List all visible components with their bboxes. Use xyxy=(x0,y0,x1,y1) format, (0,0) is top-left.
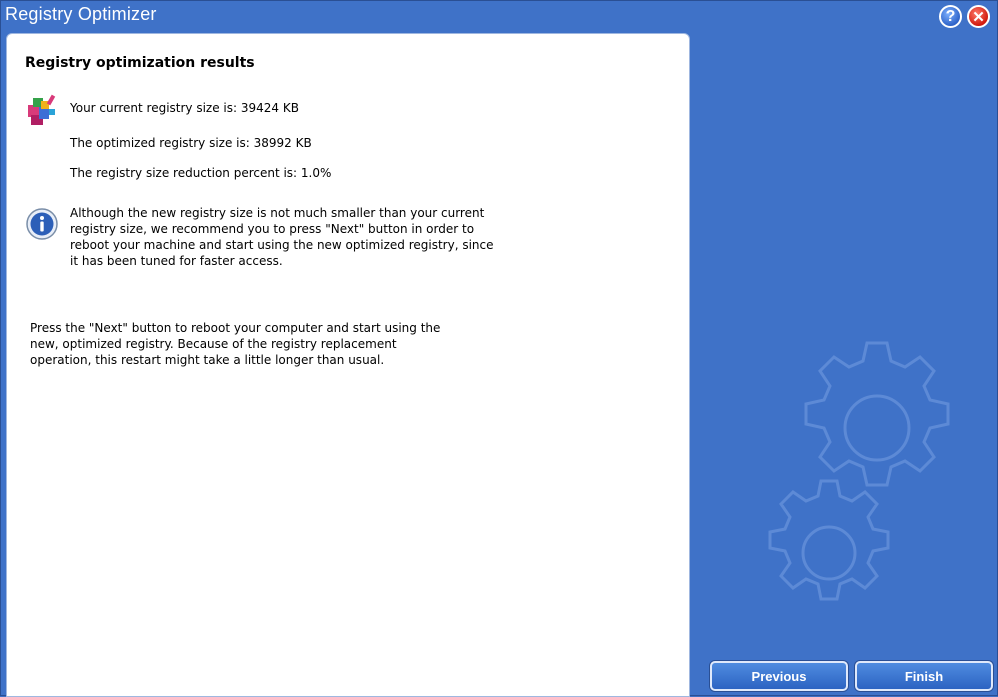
instruction-message: Press the "Next" button to reboot your c… xyxy=(30,321,441,367)
info-message: Although the new registry size is not mu… xyxy=(70,206,494,268)
optimized-size-text: The optimized registry size is: 38992 KB xyxy=(70,136,312,150)
finish-button[interactable]: Finish xyxy=(855,661,993,691)
window-title: Registry Optimizer xyxy=(5,4,157,24)
title-bar: Registry Optimizer ? ✕ xyxy=(1,1,997,31)
app-window: Registry Optimizer ? ✕ Registry optimiza… xyxy=(0,0,998,697)
gears-decoration-icon xyxy=(768,341,950,601)
help-icon[interactable]: ? xyxy=(939,5,962,28)
registry-cubes-icon xyxy=(28,94,56,125)
previous-button[interactable]: Previous xyxy=(710,661,848,691)
close-icon[interactable]: ✕ xyxy=(967,5,990,28)
info-icon xyxy=(26,208,58,240)
content-panel: Registry optimization results Your curre… xyxy=(6,33,690,697)
reduction-percent-text: The registry size reduction percent is: … xyxy=(70,166,332,180)
current-size-text: Your current registry size is: 39424 KB xyxy=(70,101,299,115)
page-title: Registry optimization results xyxy=(25,55,255,71)
